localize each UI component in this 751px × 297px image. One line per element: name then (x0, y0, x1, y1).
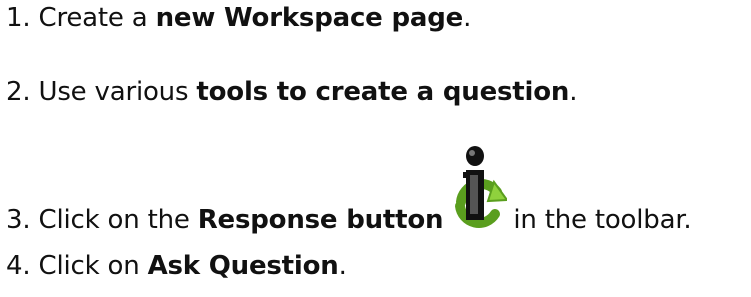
step-trailing-text: . (569, 77, 578, 107)
step-text: Click on the (38, 205, 190, 235)
step-text: Click on (38, 251, 140, 281)
step-4: 4. Click on Ask Question. (6, 250, 347, 282)
step-bold-text: tools to create a question (196, 77, 570, 107)
step-bold-text: new Workspace page (155, 3, 464, 33)
step-text: Create a (38, 3, 148, 33)
step-3: 3. Click on the Response button in the t… (6, 146, 692, 238)
step-text: Use various (38, 77, 189, 107)
step-bold-text: Response button (197, 205, 444, 235)
step-1: 1. Create a new Workspace page. (6, 2, 471, 34)
step-number: 4. (6, 251, 31, 281)
response-info-icon (447, 146, 508, 238)
step-number: 2. (6, 77, 31, 107)
step-number: 1. (6, 3, 31, 33)
step-trailing-text: in the toolbar. (513, 205, 692, 235)
step-bold-text: Ask Question (147, 251, 339, 281)
step-trailing-text: . (463, 3, 472, 33)
step-trailing-text: . (338, 251, 347, 281)
step-number: 3. (6, 205, 31, 235)
step-2: 2. Use various tools to create a questio… (6, 76, 577, 108)
